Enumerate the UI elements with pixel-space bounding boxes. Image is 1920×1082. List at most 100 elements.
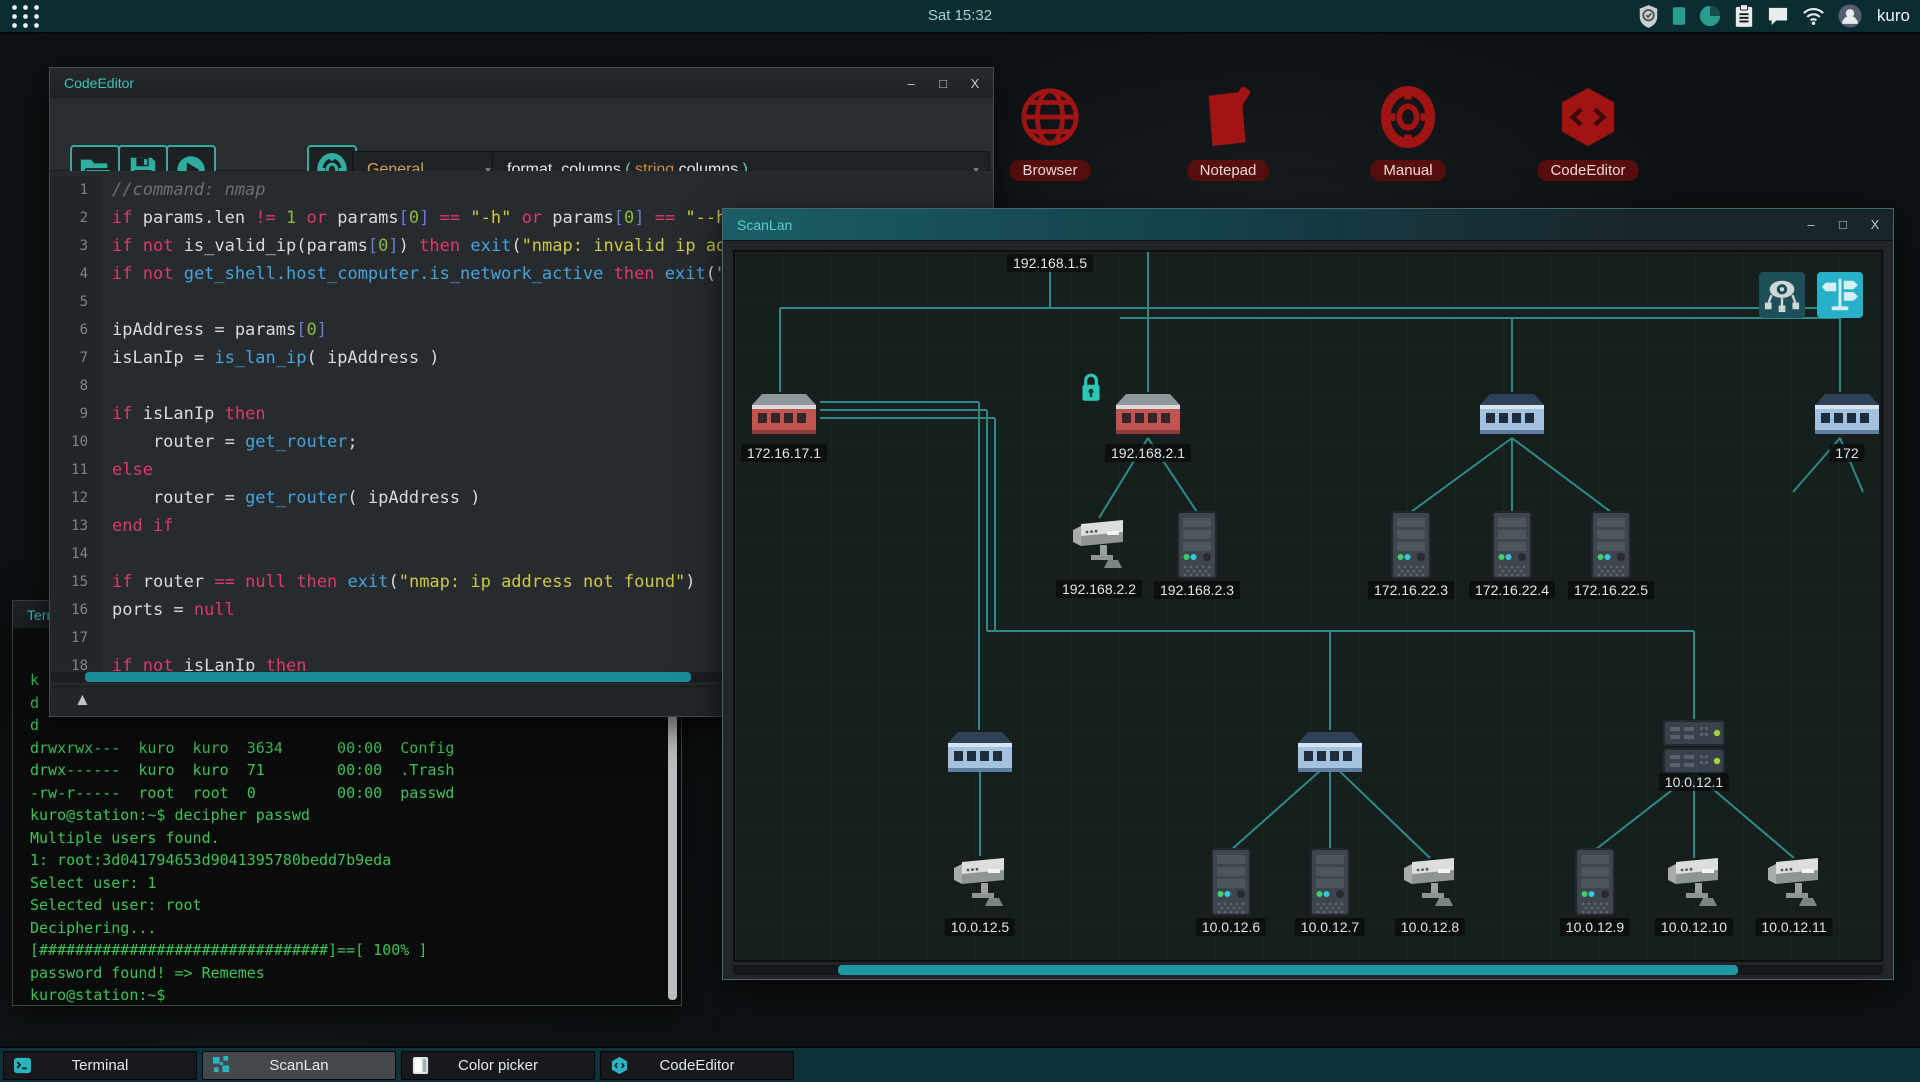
line-number: 9 xyxy=(50,400,102,428)
map-node-tower[interactable] xyxy=(1310,848,1350,921)
map-node-switch[interactable] xyxy=(948,730,1012,781)
maximize-button[interactable]: □ xyxy=(1835,217,1851,232)
map-node-tower[interactable] xyxy=(1177,511,1217,584)
wifi-icon[interactable] xyxy=(1802,7,1825,25)
close-button[interactable]: X xyxy=(1867,217,1883,232)
maximize-button[interactable]: □ xyxy=(935,76,951,91)
map-node-switch[interactable] xyxy=(1480,392,1544,443)
minimize-button[interactable]: – xyxy=(903,76,919,91)
pie-icon[interactable] xyxy=(1699,5,1721,27)
camera-icon xyxy=(952,856,1008,908)
map-node-switch[interactable] xyxy=(1298,730,1362,781)
node-ip-label: 10.0.12.11 xyxy=(1755,918,1833,936)
node-ip-label: 10.0.12.10 xyxy=(1654,918,1734,936)
taskbar-item-color-picker[interactable]: Color picker xyxy=(401,1051,595,1080)
minimize-button[interactable]: – xyxy=(1803,217,1819,232)
scanlan-window[interactable]: ScanLan – □ X 192.168.1.5 172.16.17.1 192… xyxy=(722,208,1894,980)
node-ip-label: 10.0.12.9 xyxy=(1559,918,1631,936)
switch-icon xyxy=(1815,392,1879,438)
code-editor-hscroll-thumb[interactable] xyxy=(85,672,691,682)
tower-icon xyxy=(1575,848,1615,916)
line-number: 8 xyxy=(50,372,102,400)
map-node-camera[interactable] xyxy=(1766,856,1822,913)
map-node-tower[interactable] xyxy=(1211,848,1251,921)
line-number: 12 xyxy=(50,484,102,512)
avatar-icon[interactable] xyxy=(1838,4,1862,28)
taskbar-item-scanlan[interactable]: ScanLan xyxy=(202,1051,396,1080)
line-number: 10 xyxy=(50,428,102,456)
node-ip-label: 172.16.17.1 xyxy=(741,444,827,462)
desktop-icon-browser[interactable]: Browser xyxy=(990,86,1110,181)
terminal-line: kuro@station:~$ decipher passwd xyxy=(30,806,310,824)
line-number: 14 xyxy=(50,540,102,568)
code-text: else xyxy=(112,460,153,480)
scanlan-titlebar[interactable]: ScanLan – □ X xyxy=(723,209,1893,241)
map-node-camera[interactable] xyxy=(952,856,1008,913)
apps-grid-icon[interactable] xyxy=(8,2,40,30)
map-node-router[interactable] xyxy=(1116,392,1180,443)
map-node-camera[interactable] xyxy=(1071,518,1127,575)
map-node-router[interactable] xyxy=(752,392,816,443)
tower-icon xyxy=(1492,511,1532,579)
switch-icon xyxy=(948,730,1012,776)
code-text: end if xyxy=(112,516,174,536)
scanlan-hscrollbar[interactable] xyxy=(733,965,1883,975)
line-number: 16 xyxy=(50,596,102,624)
bot-tracker-button[interactable] xyxy=(1759,272,1805,318)
node-ip-label: 10.0.12.6 xyxy=(1195,918,1267,936)
clipboard-icon[interactable] xyxy=(1734,4,1754,28)
camera-icon xyxy=(1071,518,1127,570)
map-node-server[interactable] xyxy=(1662,719,1726,780)
line-number: 6 xyxy=(50,316,102,344)
terminal-line: [################################]==[ 10… xyxy=(30,941,428,959)
scanlan-hscroll-thumb[interactable] xyxy=(838,965,1738,975)
code-text: router = get_router; xyxy=(112,432,358,452)
code-line[interactable]: 1 //command: nmap xyxy=(50,176,993,204)
taskbar-item-codeeditor[interactable]: CodeEditor xyxy=(600,1051,794,1080)
code-text: if isLanIp then xyxy=(112,404,266,424)
terminal-line: d xyxy=(30,716,40,734)
desktop-icon-notepad[interactable]: Notepad xyxy=(1168,86,1288,181)
terminal-line: Deciphering... xyxy=(30,918,157,937)
map-node-tower[interactable] xyxy=(1391,511,1431,584)
line-number: 17 xyxy=(50,624,102,652)
node-ip-label: 192.168.2.1 xyxy=(1105,444,1191,462)
code-text: router = get_router( ipAddress ) xyxy=(112,488,481,508)
map-node-camera[interactable] xyxy=(1666,856,1722,913)
lifering-icon xyxy=(1377,86,1439,148)
network-map[interactable]: 192.168.1.5 172.16.17.1 192.168.2.1 172 192… xyxy=(733,250,1883,962)
line-number: 7 xyxy=(50,344,102,372)
map-node-camera[interactable] xyxy=(1402,856,1458,913)
desktop-icon-codeeditor[interactable]: CodeEditor xyxy=(1528,86,1648,181)
code-text: ports = null xyxy=(112,600,235,620)
node-ip-label: 172.16.22.3 xyxy=(1368,581,1454,599)
map-node-tower[interactable] xyxy=(1591,511,1631,584)
taskbar-item-terminal[interactable]: Terminal xyxy=(3,1051,197,1080)
node-ip-label: 172 xyxy=(1829,444,1865,462)
route-signpost-button[interactable] xyxy=(1817,272,1863,318)
node-ip-label: 10.0.12.1 xyxy=(1658,773,1730,791)
terminal-line: drwxrwx--- kuro kuro 3634 00:00 Config xyxy=(30,738,455,757)
code-editor-titlebar[interactable]: CodeEditor – □ X xyxy=(50,68,993,99)
desktop-icon-manual[interactable]: Manual xyxy=(1348,86,1468,181)
map-node-tower[interactable] xyxy=(1575,848,1615,921)
signpost-icon xyxy=(1821,276,1859,314)
line-number: 1 xyxy=(50,176,102,204)
clock: Sat 15:32 xyxy=(927,7,993,24)
shield-icon[interactable] xyxy=(1638,4,1659,29)
map-node-lock[interactable] xyxy=(1079,372,1103,409)
taskbar-item-label: ScanLan xyxy=(269,1057,329,1074)
battery-icon[interactable] xyxy=(1672,5,1686,27)
taskbar: Terminal ScanLan Color picker CodeEditor xyxy=(0,1046,1920,1082)
system-tray: kuro xyxy=(1638,0,1910,32)
collapse-up-arrow-icon[interactable]: ▲ xyxy=(74,690,91,710)
map-node-tower[interactable] xyxy=(1492,511,1532,584)
camera-icon xyxy=(1766,856,1822,908)
node-ip-label: 172.16.22.4 xyxy=(1469,581,1555,599)
terminal-line: Multiple users found. xyxy=(30,828,220,847)
map-node-switch[interactable] xyxy=(1815,392,1879,443)
username: kuro xyxy=(1876,6,1910,25)
node-ip-label: 192.168.2.2 xyxy=(1056,580,1142,598)
chat-icon[interactable] xyxy=(1767,6,1789,26)
close-button[interactable]: X xyxy=(967,76,983,91)
